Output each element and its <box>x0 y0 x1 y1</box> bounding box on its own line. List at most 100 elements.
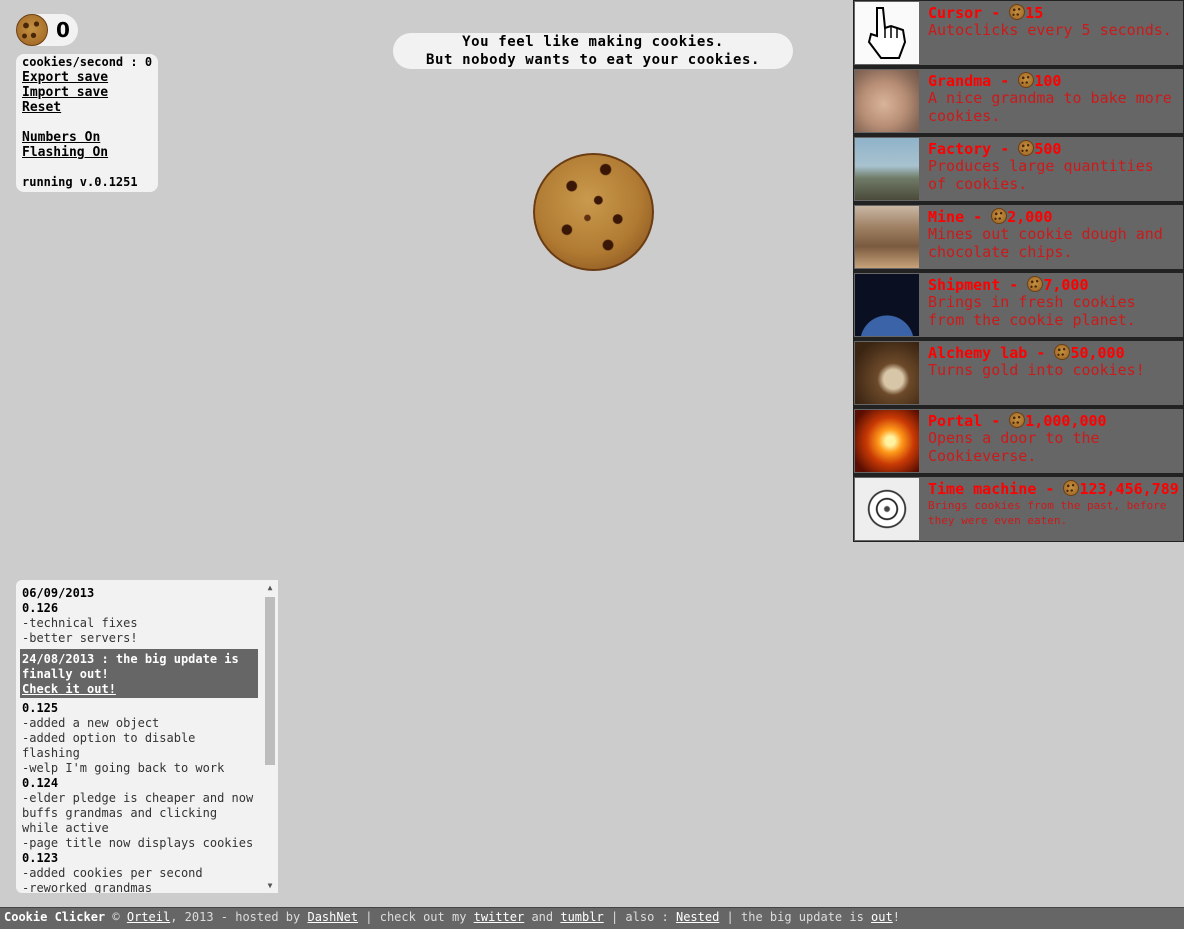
announcement-text: 24/08/2013 : the big update is finally o… <box>22 652 246 681</box>
cookie-icon <box>1018 140 1035 156</box>
author-link[interactable]: Orteil <box>127 910 170 924</box>
log-entry: -added cookies per second <box>22 866 203 880</box>
item-name: Factory <box>928 140 992 158</box>
cookie-icon <box>1054 344 1071 360</box>
host-link[interactable]: DashNet <box>307 910 358 924</box>
scroll-thumb[interactable] <box>265 597 275 765</box>
footer-text: | check out my <box>358 910 474 924</box>
time-machine-icon <box>855 478 919 540</box>
store-item-alchemy-lab[interactable]: Alchemy lab - 50,000 Turns gold into cook… <box>854 341 1183 405</box>
store-item-portal[interactable]: Portal - 1,000,000 Opens a door to the Co… <box>854 409 1183 473</box>
store-item-grandma[interactable]: Grandma - 100 A nice grandma to bake more… <box>854 69 1183 133</box>
log-entry: -page title now displays cookies <box>22 836 254 850</box>
store-item-shipment[interactable]: Shipment - 7,000 Brings in fresh cookies … <box>854 273 1183 337</box>
store-item-mine[interactable]: Mine - 2,000 Mines out cookie dough and c… <box>854 205 1183 269</box>
log-entry: -reworked grandmas <box>22 881 153 893</box>
scroll-up-icon[interactable]: ▲ <box>264 583 276 593</box>
item-name: Grandma <box>928 72 992 90</box>
item-description: Brings cookies from the past, before the… <box>928 499 1167 527</box>
log-entry: -welp I'm going back to work <box>22 761 225 775</box>
footer-text: , 2013 - hosted by <box>170 910 308 924</box>
tumblr-link[interactable]: tumblr <box>560 910 603 924</box>
item-price: 123,456,789 <box>1079 480 1179 498</box>
store-item-cursor[interactable]: Cursor - 15 Autoclicks every 5 seconds. <box>854 1 1183 65</box>
check-it-out-link[interactable]: Check it out! <box>22 682 116 696</box>
scroll-down-icon[interactable]: ▼ <box>264 881 276 891</box>
footer-text: and <box>524 910 561 924</box>
item-price: 500 <box>1034 140 1062 158</box>
item-price: 100 <box>1034 72 1062 90</box>
export-save-link[interactable]: Export save <box>22 70 108 85</box>
log-version: 0.123 <box>22 851 59 865</box>
numbers-toggle[interactable]: Numbers On <box>22 130 100 145</box>
log-entry: -better servers! <box>22 631 138 645</box>
store-item-title: Time machine - 123,456,789 <box>928 480 1179 499</box>
mine-icon <box>855 206 919 268</box>
cookies-per-second: cookies/second : 0 <box>22 55 153 69</box>
item-description: A nice grandma to bake more cookies. <box>928 89 1172 125</box>
cookie-icon <box>991 208 1008 224</box>
nested-link[interactable]: Nested <box>676 910 719 924</box>
item-name: Mine <box>928 208 965 226</box>
item-description: Produces large quantities of cookies. <box>928 157 1154 193</box>
import-save-link[interactable]: Import save <box>22 85 108 100</box>
news-line-1: You feel like making cookies. <box>462 34 724 50</box>
item-description: Autoclicks every 5 seconds. <box>928 21 1172 39</box>
item-price: 2,000 <box>1007 208 1053 226</box>
cookie-icon <box>1018 72 1035 88</box>
item-name: Time machine <box>928 480 1037 498</box>
store-item-time-machine[interactable]: Time machine - 123,456,789 Brings cookies… <box>854 477 1183 541</box>
item-name: Cursor <box>928 4 983 22</box>
cookie-count: 0 <box>56 18 70 42</box>
item-description: Brings in fresh cookies from the cookie … <box>928 293 1136 329</box>
item-price: 15 <box>1025 4 1044 22</box>
news-ticker: You feel like making cookies. But nobody… <box>393 33 793 69</box>
footer-text: | also : <box>603 910 676 924</box>
reset-link[interactable]: Reset <box>22 100 61 115</box>
factory-icon <box>855 138 919 200</box>
update-link[interactable]: out <box>871 910 893 924</box>
version-label: running v.0.1251 <box>22 175 138 189</box>
item-name: Portal <box>928 412 983 430</box>
log-entry: -added a new object <box>22 716 160 730</box>
item-name: Shipment <box>928 276 1001 294</box>
footer: Cookie Clicker © Orteil, 2013 - hosted b… <box>0 907 1184 929</box>
footer-text: | the big update is <box>719 910 872 924</box>
item-separator: - <box>991 72 1019 90</box>
footer-brand: Cookie Clicker <box>4 910 106 924</box>
changelog-panel: 06/09/2013 0.126 -technical fixes -bette… <box>16 580 278 893</box>
cookie-icon <box>1063 480 1080 496</box>
footer-text: ! <box>892 910 900 924</box>
log-date: 06/09/2013 <box>22 586 95 600</box>
changelog-scrollbar[interactable]: ▲ ▼ <box>264 583 276 891</box>
alchemy-lab-icon <box>855 342 919 404</box>
cookie-icon <box>1009 412 1026 428</box>
cookie-counter: 0 <box>16 14 78 46</box>
item-separator: - <box>991 140 1019 158</box>
shipment-icon <box>855 274 919 336</box>
cursor-icon <box>855 2 919 64</box>
log-version: 0.126 <box>22 601 59 615</box>
item-price: 7,000 <box>1043 276 1089 294</box>
item-separator: - <box>982 4 1010 22</box>
item-description: Opens a door to the Cookieverse. <box>928 429 1100 465</box>
store-item-factory[interactable]: Factory - 500 Produces large quantities o… <box>854 137 1183 201</box>
log-entry: -technical fixes <box>22 616 138 630</box>
cookie-icon <box>1009 4 1026 20</box>
item-separator: - <box>1036 480 1064 498</box>
flashing-toggle[interactable]: Flashing On <box>22 145 108 160</box>
big-cookie-button[interactable] <box>533 153 654 271</box>
news-line-2: But nobody wants to eat your cookies. <box>425 52 761 68</box>
grandma-icon <box>855 70 919 132</box>
footer-text: © <box>105 910 127 924</box>
item-name: Alchemy lab <box>928 344 1028 362</box>
item-separator: - <box>964 208 992 226</box>
twitter-link[interactable]: twitter <box>474 910 525 924</box>
update-announcement: 24/08/2013 : the big update is finally o… <box>20 649 258 698</box>
item-price: 50,000 <box>1070 344 1125 362</box>
item-description: Turns gold into cookies! <box>928 361 1145 379</box>
portal-icon <box>855 410 919 472</box>
log-entry: -elder pledge is cheaper and now buffs g… <box>22 791 261 835</box>
item-separator: - <box>1027 344 1055 362</box>
